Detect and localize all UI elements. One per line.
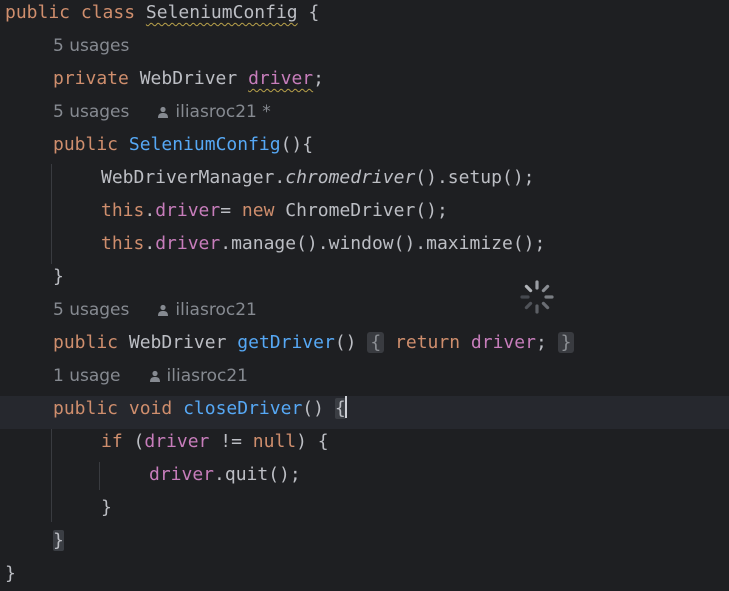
identifier: .quit(); (214, 464, 301, 485)
keyword: class (80, 2, 136, 23)
person-icon (149, 364, 161, 382)
keyword: public (5, 2, 71, 23)
code-line[interactable]: public class SeleniumConfig { (0, 0, 729, 33)
punctuation: . (144, 233, 156, 254)
usages-hint[interactable]: 5 usages (53, 36, 129, 56)
punctuation: ) { (296, 431, 329, 452)
brace: } (5, 563, 16, 584)
keyword: private (53, 68, 129, 89)
keyword: if (101, 431, 123, 452)
punctuation: (){ (280, 134, 314, 155)
identifier: WebDriverManager. (101, 167, 286, 188)
usages-hint[interactable]: 5 usages (53, 300, 129, 320)
field-name: driver (144, 431, 210, 452)
author-hint[interactable]: iliasroc21 (175, 300, 256, 320)
code-line[interactable]: } (0, 561, 729, 591)
semicolon: ; (535, 332, 547, 353)
code-line[interactable]: } (0, 495, 729, 528)
operator: != (209, 431, 253, 452)
keyword: new (241, 200, 275, 221)
code-line[interactable]: this.driver.manage().window().maximize()… (0, 231, 729, 264)
person-icon (157, 100, 169, 118)
field-name: driver (149, 464, 215, 485)
punctuation: . (144, 200, 156, 221)
semicolon: ; (313, 68, 324, 89)
keyword: this (101, 200, 145, 221)
constructor-name: SeleniumConfig (128, 134, 281, 155)
identifier: .manage().window().maximize(); (220, 233, 546, 254)
text-caret (344, 396, 347, 418)
code-line[interactable]: private WebDriver driver; (0, 66, 729, 99)
code-editor[interactable]: public class SeleniumConfig { 5 usages p… (0, 0, 729, 591)
code-line[interactable]: driver.quit(); (0, 462, 729, 495)
author-hint[interactable]: iliasroc21 * (175, 102, 270, 122)
field-name: driver (155, 200, 221, 221)
code-line[interactable]: public WebDriver getDriver() { return dr… (0, 330, 729, 363)
keyword: public (53, 134, 119, 155)
code-line[interactable]: public SeleniumConfig(){ (0, 132, 729, 165)
type-name: WebDriver (139, 68, 238, 89)
keyword: public (53, 332, 119, 353)
code-line[interactable]: WebDriverManager.chromedriver().setup(); (0, 165, 729, 198)
punctuation: ().setup(); (415, 167, 535, 188)
folded-region[interactable]: { (367, 332, 385, 353)
code-line[interactable]: if (driver != null) { (0, 429, 729, 462)
usages-hint[interactable]: 1 usage (53, 366, 121, 386)
brace: { (370, 332, 382, 353)
inlay-hint-line: 5 usages iliasroc21 (0, 297, 729, 330)
field-name: driver (470, 332, 536, 353)
identifier: ChromeDriver(); (274, 200, 448, 221)
brace: } (560, 332, 572, 353)
keyword: public (53, 398, 119, 419)
code-line[interactable]: } (0, 264, 729, 297)
method-call: chromedriver (285, 167, 416, 188)
current-code-line[interactable]: public void closeDriver() { (0, 396, 729, 429)
method-name: closeDriver (183, 398, 303, 419)
code-line[interactable]: } (0, 528, 729, 561)
type-name: WebDriver (128, 332, 227, 353)
matched-brace: } (53, 530, 64, 551)
inlay-hint-line: 5 usages (0, 33, 729, 66)
field-name: driver (248, 68, 314, 89)
keyword: null (252, 431, 297, 452)
usages-hint[interactable]: 5 usages (53, 102, 129, 122)
code-line[interactable]: this.driver= new ChromeDriver(); (0, 198, 729, 231)
punctuation: () (334, 332, 357, 353)
author-hint[interactable]: iliasroc21 (167, 366, 248, 386)
brace: } (53, 266, 64, 287)
loading-spinner-icon (520, 280, 554, 314)
class-name: SeleniumConfig (145, 2, 298, 23)
inlay-hint-line: 5 usages iliasroc21 * (0, 99, 729, 132)
brace: } (101, 497, 112, 518)
keyword: void (128, 398, 173, 419)
keyword: this (101, 233, 145, 254)
brace: { (308, 2, 320, 23)
punctuation: ( (122, 431, 145, 452)
operator: = (220, 200, 242, 221)
person-icon (157, 298, 169, 316)
punctuation: () (302, 398, 335, 419)
inlay-hint-line: 1 usage iliasroc21 (0, 363, 729, 396)
method-name: getDriver (237, 332, 335, 353)
keyword: return (395, 332, 461, 353)
field-name: driver (155, 233, 221, 254)
folded-region[interactable]: } (557, 332, 575, 353)
